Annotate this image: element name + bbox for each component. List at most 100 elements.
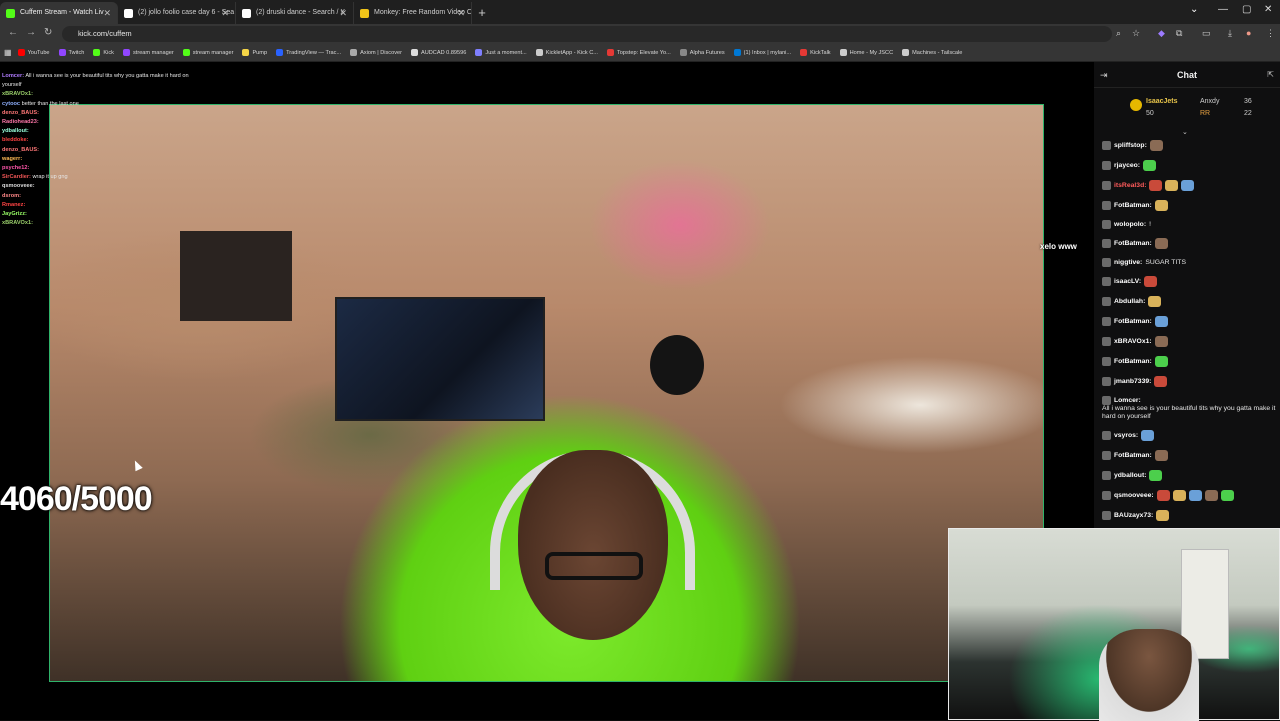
chat-badge-icon [1102, 161, 1111, 170]
bookmark-item[interactable]: Kick [93, 49, 114, 56]
overlay-chat-line: Lomcer: All i wanna see is your beautifu… [2, 72, 252, 81]
chat-username[interactable]: BAUzayx73: [1114, 512, 1153, 520]
bookmark-item[interactable]: KickletApp - Kick C... [535, 49, 598, 56]
overlay-chat-line: dsrom: [2, 192, 252, 201]
reload-icon[interactable]: ↻ [44, 27, 52, 38]
bookmark-item[interactable]: YouTube [17, 49, 50, 56]
bookmark-item[interactable]: Pump [242, 49, 267, 56]
tab-close-icon[interactable]: ✕ [103, 2, 111, 24]
chat-text: All i wanna see is your beautiful tits w… [1102, 405, 1276, 420]
bookmark-item[interactable]: Machines - Tailscale [902, 49, 962, 56]
bookmark-item[interactable]: AUDCAD 0.89596 [410, 49, 466, 56]
chat-badge-icon [1102, 297, 1111, 306]
bookmark-item[interactable]: Twitch [58, 49, 84, 56]
overlay-chat-line: xBRAVOx1: [2, 219, 252, 228]
chat-emote-icon [1188, 490, 1202, 501]
overlay-chat-user: denzo_BAUS: [2, 109, 39, 116]
tab-close-icon[interactable]: ✕ [339, 2, 347, 24]
chat-username[interactable]: FotBatman: [1114, 358, 1152, 366]
stream-chat-overlay: Lomcer: All i wanna see is your beautifu… [2, 72, 252, 228]
bookmark-label: Topstep: Elevate Yo... [616, 49, 671, 56]
browser-tab[interactable]: Monkey: Free Random Video C ✕ [354, 2, 472, 24]
leader-3-name: RR [1200, 110, 1211, 117]
profile-avatar-icon[interactable]: ● [1246, 28, 1251, 38]
bookmark-favicon-icon [276, 49, 284, 56]
chat-username[interactable]: ydballout: [1114, 472, 1146, 480]
chat-emote-icon [1156, 510, 1170, 521]
chat-username[interactable]: jmanb7339: [1114, 378, 1151, 386]
chat-username[interactable]: Lomcer: [1114, 397, 1141, 405]
overlay-chat-line: xBRAVOx1: [2, 90, 252, 99]
back-icon[interactable]: ← [8, 27, 18, 38]
bookmark-label: TradingView — Trac... [286, 49, 342, 56]
minimize-icon[interactable]: — [1218, 4, 1228, 15]
bookmark-item[interactable]: stream manager [122, 49, 174, 56]
bookmark-label: stream manager [192, 49, 234, 56]
chat-username[interactable]: FotBatman: [1114, 240, 1152, 248]
maximize-icon[interactable]: ▢ [1242, 4, 1251, 15]
overlay-chat-user: denzo_BAUS: [2, 146, 39, 153]
bookmark-star-icon[interactable]: ☆ [1132, 28, 1140, 39]
bookmark-favicon-icon [679, 49, 687, 56]
tab-search-icon[interactable]: ⌄ [1190, 4, 1198, 15]
chat-leaderboard: IsaacJets 50 Anxdy 36 RR 22 ⌄ [1094, 92, 1280, 138]
overlay-chat-line: JayGrizz: [2, 210, 252, 219]
chat-username[interactable]: xBRAVOx1: [1114, 338, 1152, 346]
close-window-icon[interactable]: ✕ [1264, 4, 1272, 15]
apps-grid-icon[interactable]: ▦ [4, 48, 12, 57]
chat-badge-icon [1102, 258, 1111, 267]
chat-username[interactable]: wolopolo: [1114, 221, 1146, 229]
tab-title: (2) jollo foolio case day 6 - Sea [138, 9, 235, 16]
streamer-face [518, 450, 668, 640]
extensions-puzzle-icon[interactable]: ⧉ [1176, 28, 1182, 39]
bookmark-item[interactable]: Alpha Futures [679, 49, 725, 56]
bookmark-item[interactable]: TradingView — Trac... [276, 49, 341, 56]
bookmark-item[interactable]: (1) Inbox | mylani... [733, 49, 791, 56]
leaderboard-expand-icon[interactable]: ⌄ [1182, 128, 1188, 136]
bookmark-item[interactable]: Home - My JSCC [839, 49, 893, 56]
chat-username[interactable]: rjayceo: [1114, 162, 1140, 170]
extension-icon[interactable]: ◆ [1158, 28, 1165, 39]
overlay-chat-text: wrap it up gng [32, 174, 68, 181]
chat-username[interactable]: FotBatman: [1114, 452, 1152, 460]
chat-username[interactable]: qsmooveee: [1114, 492, 1154, 500]
bookmark-item[interactable]: KickTalk [800, 49, 831, 56]
new-tab-button[interactable]: + [472, 2, 492, 24]
bookmark-item[interactable]: Just a moment... [475, 49, 527, 56]
chat-username[interactable]: Abdullah: [1114, 298, 1145, 306]
bookmark-favicon-icon [182, 49, 190, 56]
pip-person [1099, 629, 1199, 721]
tab-favicon-icon [360, 9, 369, 18]
chat-messages: spliffstop: rjayceo: itsReal3d: FotBatman: w… [1102, 140, 1278, 588]
tab-close-icon[interactable]: ✕ [221, 2, 229, 24]
bookmark-favicon-icon [242, 49, 250, 56]
chat-username[interactable]: isaacLV: [1114, 278, 1141, 286]
rank-badge-icon [1130, 99, 1142, 111]
chat-title: Chat [1177, 70, 1197, 80]
bookmark-item[interactable]: Axiom | Discover [350, 49, 402, 56]
chat-username[interactable]: FotBatman: [1114, 202, 1152, 210]
chat-username[interactable]: niggtive: [1114, 259, 1142, 267]
popout-chat-icon[interactable]: ⇱ [1267, 70, 1274, 79]
chat-badge-icon [1102, 239, 1111, 248]
sidebar-icon[interactable]: ▭ [1202, 28, 1211, 39]
tab-close-icon[interactable]: ✕ [457, 2, 465, 24]
url-input[interactable]: kick.com/cuffem [62, 26, 1112, 42]
chat-username[interactable]: spliffstop: [1114, 142, 1147, 150]
download-icon[interactable]: ⤓ [1228, 28, 1232, 39]
bookmark-item[interactable]: Topstep: Elevate Yo... [606, 49, 671, 56]
overlay-chat-line: denzo_BAUS: [2, 146, 252, 155]
chat-username[interactable]: FotBatman: [1114, 318, 1152, 326]
browser-tab[interactable]: Cuffem Stream - Watch Liv ✕ [0, 2, 118, 24]
browser-tab[interactable]: (2) druski dance - Search / X ✕ [236, 2, 354, 24]
chat-badge-icon [1102, 491, 1111, 500]
chat-username[interactable]: vsyros: [1114, 432, 1138, 440]
forward-icon[interactable]: → [26, 27, 36, 38]
browser-tab[interactable]: (2) jollo foolio case day 6 - Sea ✕ [118, 2, 236, 24]
stream-alert-text: xelo www [1040, 242, 1077, 251]
zoom-icon[interactable]: ⌕ [1116, 28, 1121, 39]
chat-username[interactable]: itsReal3d: [1114, 182, 1146, 190]
bookmark-item[interactable]: stream manager [182, 49, 234, 56]
menu-kebab-icon[interactable]: ⋮ [1266, 28, 1275, 39]
chat-badge-icon [1102, 511, 1111, 520]
